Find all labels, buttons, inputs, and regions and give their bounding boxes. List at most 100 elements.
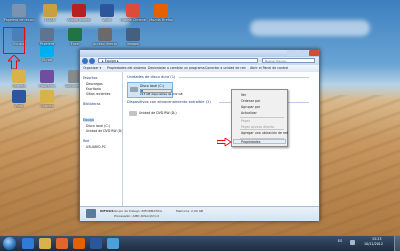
group-removable[interactable]: Dispositivos con almacenamiento extraíbl… xyxy=(127,100,211,104)
app-icon xyxy=(43,4,57,17)
language-indicator[interactable]: ES xyxy=(338,239,342,243)
nav-libraries[interactable]: Bibliotecas xyxy=(83,102,100,106)
wallpaper-cloud xyxy=(250,20,370,36)
taskbar: ES 15:23 10/11/2012 xyxy=(0,235,400,251)
desktop-icon-label: Acceso directo xyxy=(90,42,120,46)
media-player-icon[interactable] xyxy=(56,238,68,249)
menu-item[interactable]: Agregar una ubicación de red xyxy=(241,131,288,135)
menu-item[interactable]: Agrupar por xyxy=(241,105,260,109)
local-disk-item[interactable]: Disco local (C:) 213 GB disponibles de 2… xyxy=(127,82,173,98)
desktop-icon-label: Papelera xyxy=(32,42,62,46)
start-button[interactable] xyxy=(3,237,16,250)
app-icon xyxy=(68,28,82,41)
paint-icon[interactable] xyxy=(107,238,119,249)
forward-icon[interactable] xyxy=(89,58,95,64)
group-hard-disks[interactable]: Unidades de disco duro (1) xyxy=(127,75,175,79)
navigation-pane: Favoritos Descargas Escritorio Sitios re… xyxy=(80,72,123,206)
desktop-icon[interactable]: Carpeta xyxy=(4,70,34,88)
desktop-icon[interactable]: Programa xyxy=(32,70,62,88)
clock-date[interactable]: 10/11/2012 xyxy=(364,242,383,246)
desktop-icon-label: Papelera de reciclaje xyxy=(4,18,34,22)
app-icon xyxy=(72,4,86,17)
firefox-icon[interactable] xyxy=(73,238,85,249)
app-icon xyxy=(12,70,26,83)
desktop-icon-label: Skype xyxy=(32,58,62,62)
desktop-icon-label: imagen xyxy=(118,42,148,46)
desktop-icon[interactable]: Excel xyxy=(60,28,90,46)
menu-item[interactable]: Ordenar por xyxy=(241,99,260,103)
nav-network-pc[interactable]: USUARIO-PC xyxy=(86,145,106,149)
word-icon[interactable] xyxy=(90,238,102,249)
nav-favorites[interactable]: Favoritos xyxy=(83,76,97,80)
local-disk-name: Disco local (C:) xyxy=(140,84,164,88)
maximize-button[interactable] xyxy=(298,50,308,56)
desktop-icon[interactable]: Word xyxy=(4,90,34,108)
desktop-icon[interactable]: Carpeta xyxy=(32,90,62,108)
context-menu: Ver Ordenar por Agrupar por Actualizar Pegar… xyxy=(231,89,288,147)
close-button[interactable] xyxy=(309,50,319,56)
control-panel-button[interactable]: Abrir el Panel de control xyxy=(250,66,288,71)
dvd-drive-icon xyxy=(129,111,137,116)
desktop-icon[interactable]: Skype xyxy=(32,44,62,62)
app-icon xyxy=(12,4,26,17)
app-icon xyxy=(126,28,140,41)
right-arrow-annotation xyxy=(217,138,232,146)
desktop-icon-label: Excel xyxy=(60,42,90,46)
details-pane: INFOSIS Grupo de trabajo: INFORMATICA Pr… xyxy=(80,206,319,221)
nav-local-disk[interactable]: Disco local (C:) xyxy=(86,124,110,128)
search-input[interactable]: Buscar Equipo xyxy=(262,58,315,63)
desktop-icon-label: Programa xyxy=(32,84,62,88)
computer-name: INFOSIS xyxy=(100,209,114,213)
desktop-icon[interactable]: Acceso directo xyxy=(90,28,120,46)
desktop-icon[interactable]: imagen xyxy=(118,28,148,46)
menu-item[interactable]: Pegar xyxy=(241,119,250,123)
app-icon xyxy=(12,90,26,103)
desktop-icon-label: Mozilla Firefox xyxy=(146,18,176,22)
show-desktop-button[interactable] xyxy=(394,236,400,251)
workgroup-text: Grupo de trabajo: INFORMATICA xyxy=(114,209,162,213)
desktop-icon-label: Carpeta xyxy=(4,84,34,88)
desktop-icon[interactable]: Mozilla Firefox xyxy=(146,4,176,22)
clock-time[interactable]: 15:23 xyxy=(372,237,382,241)
menu-item[interactable]: Propiedades xyxy=(241,140,261,144)
menu-item[interactable]: Actualizar xyxy=(241,111,257,115)
selected-icon-highlight xyxy=(3,27,25,54)
menu-item[interactable]: Ver xyxy=(241,93,246,97)
app-icon xyxy=(40,90,54,103)
desktop-icon[interactable]: Papelera de reciclaje xyxy=(4,4,34,22)
back-icon[interactable] xyxy=(82,58,88,64)
system-properties-button[interactable]: Propiedades del sistema xyxy=(107,66,146,71)
nav-computer[interactable]: Equipo xyxy=(83,118,94,122)
desktop-icon[interactable]: FLASH xyxy=(35,4,65,22)
title-bar[interactable] xyxy=(80,50,319,57)
desktop-icon-label: Adobe Reader xyxy=(64,18,94,22)
windows-explorer-icon[interactable] xyxy=(39,238,51,249)
computer-icon xyxy=(86,209,96,218)
internet-explorer-icon[interactable] xyxy=(22,238,34,249)
up-arrow-annotation xyxy=(8,55,20,69)
desktop-icon[interactable]: Google Chrome xyxy=(118,4,148,22)
local-disk-free: 213 GB disponibles de 232 GB xyxy=(140,92,183,96)
app-icon xyxy=(98,28,112,41)
desktop-icon-label: FLASH xyxy=(35,18,65,22)
nav-desktop[interactable]: Escritorio xyxy=(86,87,101,91)
address-input[interactable]: ▸ Equipo ▸ xyxy=(98,58,258,63)
uninstall-program-button[interactable]: Desinstalar o cambiar un programa xyxy=(148,66,205,71)
nav-network[interactable]: Red xyxy=(83,139,89,143)
desktop-icon[interactable]: Adobe Reader xyxy=(64,4,94,22)
app-icon xyxy=(154,4,168,17)
minimize-button[interactable] xyxy=(287,50,297,56)
dvd-drive-item[interactable]: Unidad de DVD RW (D:) xyxy=(127,108,187,120)
nav-recent-places[interactable]: Sitios recientes xyxy=(86,92,110,96)
desktop-icon-label: Google Chrome xyxy=(118,18,148,22)
app-icon xyxy=(126,4,140,17)
organize-button[interactable]: Organizar ▾ xyxy=(83,66,101,71)
map-network-drive-button[interactable]: Conectar a unidad de red xyxy=(205,66,246,71)
app-icon xyxy=(40,28,54,41)
nav-downloads[interactable]: Descargas xyxy=(86,82,103,86)
network-icon[interactable] xyxy=(350,240,355,245)
desktop-icon[interactable]: Papelera xyxy=(32,28,62,46)
nav-dvd-drive[interactable]: Unidad de DVD RW (D:) xyxy=(86,129,124,133)
processor-text: Procesador: AMD Athlon(tm) II xyxy=(114,214,159,218)
menu-item[interactable]: Pegar acceso directo xyxy=(241,125,274,129)
